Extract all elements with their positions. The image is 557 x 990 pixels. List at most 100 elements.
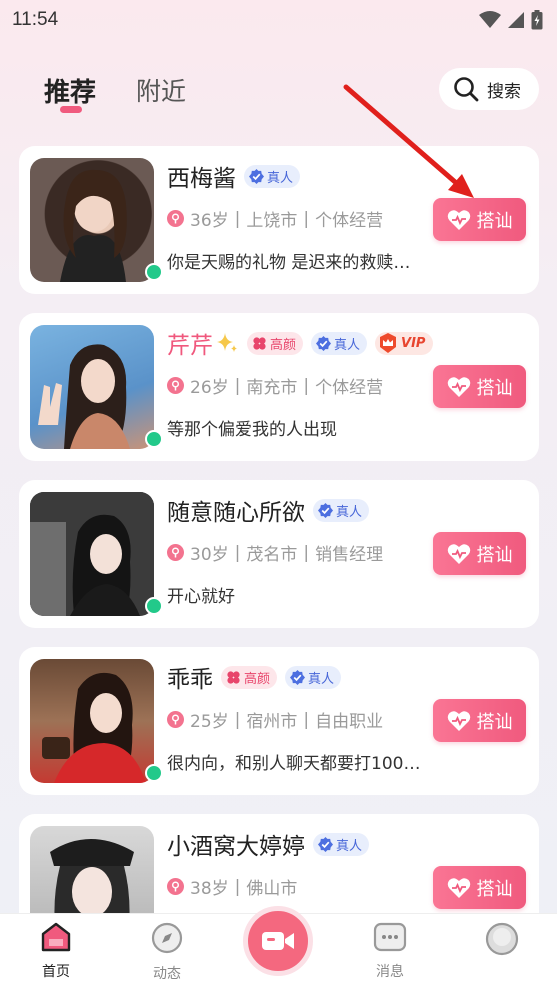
badge-label: VIP [401, 335, 426, 351]
user-job: 销售经理 [315, 545, 384, 565]
nav-messages[interactable]: 消息 [360, 922, 420, 981]
wifi-icon [479, 11, 501, 28]
battery-icon [531, 10, 543, 30]
avatar[interactable] [30, 659, 154, 783]
female-icon [167, 544, 184, 561]
online-indicator [145, 263, 163, 281]
user-card[interactable]: 芹芹 高颜 真人 VIP 26岁 | 南充市 | 个体经营 等那个偏爱我的人出现 搭… [19, 313, 539, 461]
name-row: 乖乖 高颜 真人 [167, 661, 342, 693]
user-bio: 你是天赐的礼物 是迟来的救赎… [167, 253, 411, 273]
real-person-badge: 真人 [244, 164, 301, 188]
user-job: 个体经营 [315, 378, 384, 398]
user-name: 乖乖 [167, 667, 213, 693]
user-age: 30岁 [190, 545, 229, 565]
beauty-badge: 高颜 [247, 331, 304, 355]
female-icon [167, 878, 184, 895]
nav-moments-label: 动态 [153, 966, 181, 982]
verified-icon [249, 168, 264, 184]
online-indicator [145, 597, 163, 615]
video-camera-icon [262, 932, 294, 950]
user-age: 38岁 [190, 879, 229, 899]
verified-icon [318, 836, 333, 852]
vip-badge: VIP [375, 331, 434, 355]
female-icon [167, 210, 184, 227]
real-person-badge: 真人 [313, 498, 370, 522]
tab-active-indicator [60, 106, 82, 113]
heart-pulse-icon [447, 209, 470, 230]
user-bio: 等那个偏爱我的人出现 [167, 420, 337, 440]
badge-label: 真人 [336, 838, 363, 854]
greet-button[interactable]: 搭讪 [433, 365, 526, 408]
nav-home-label: 首页 [42, 964, 70, 980]
user-job: 个体经营 [315, 211, 384, 231]
nav-messages-label: 消息 [376, 964, 404, 980]
nav-profile[interactable] [472, 922, 532, 965]
search-label: 搜索 [487, 81, 521, 102]
avatar[interactable] [30, 492, 154, 616]
verified-icon [316, 335, 332, 351]
badge-label: 真人 [336, 504, 363, 520]
profile-icon [485, 922, 519, 956]
info-row: 38岁 | 佛山市 [167, 874, 297, 899]
verified-icon [290, 669, 306, 685]
user-city: 上饶市 [246, 211, 298, 231]
user-bio: 开心就好 [167, 587, 235, 607]
user-city: 茂名市 [246, 545, 298, 565]
user-job: 自由职业 [315, 712, 384, 732]
greet-button[interactable]: 搭讪 [433, 699, 526, 742]
user-city: 宿州市 [246, 712, 298, 732]
video-call-button[interactable] [243, 906, 313, 976]
bottom-nav: 首页 动态 消息 [0, 906, 557, 990]
heart-pulse-icon [447, 877, 470, 898]
badge-label: 真人 [267, 170, 294, 186]
nav-home[interactable]: 首页 [26, 922, 86, 981]
user-name: 随意随心所欲 [167, 500, 305, 526]
user-card[interactable]: 乖乖 高颜 真人 25岁 | 宿州市 | 自由职业 很内向，和别人聊天都要打100…… [19, 647, 539, 795]
avatar[interactable] [30, 158, 154, 282]
user-city: 南充市 [246, 378, 298, 398]
user-city: 佛山市 [246, 879, 298, 899]
flower-icon [253, 336, 266, 350]
name-row: 芹芹 高颜 真人 VIP [167, 327, 434, 359]
info-row: 25岁 | 宿州市 | 自由职业 [167, 707, 383, 732]
search-icon [454, 77, 479, 102]
online-indicator [145, 764, 163, 782]
badge-label: 高颜 [270, 337, 297, 353]
female-icon [167, 711, 184, 728]
greet-label: 搭讪 [476, 377, 513, 399]
online-indicator [145, 430, 163, 448]
badge-label: 真人 [308, 671, 335, 687]
cellular-signal-icon [508, 12, 524, 28]
info-row: 26岁 | 南充市 | 个体经营 [167, 373, 383, 398]
user-name: 西梅酱 [167, 166, 236, 192]
nav-moments[interactable]: 动态 [137, 922, 197, 983]
heart-pulse-icon [447, 710, 470, 731]
status-icons [479, 10, 543, 30]
user-age: 25岁 [190, 712, 229, 732]
compass-icon [151, 922, 183, 954]
heart-pulse-icon [447, 376, 470, 397]
home-icon [41, 922, 71, 952]
sparkle-icon [217, 333, 237, 352]
user-name: 小酒窝大婷婷 [167, 834, 305, 860]
info-row: 30岁 | 茂名市 | 销售经理 [167, 540, 383, 565]
greet-button[interactable]: 搭讪 [433, 532, 526, 575]
user-card[interactable]: 西梅酱 真人 36岁 | 上饶市 | 个体经营 你是天赐的礼物 是迟来的救赎… 搭讪 [19, 146, 539, 294]
real-person-badge: 真人 [285, 665, 342, 689]
search-button[interactable]: 搜索 [439, 68, 539, 110]
greet-button[interactable]: 搭讪 [433, 198, 526, 241]
greet-label: 搭讪 [476, 711, 513, 733]
top-nav: 推荐 附近 搜索 [0, 62, 557, 118]
user-name: 芹芹 [167, 333, 213, 359]
avatar[interactable] [30, 325, 154, 449]
tab-recommend[interactable]: 推荐 [44, 72, 96, 109]
status-bar: 11:54 [0, 0, 557, 40]
verified-icon [318, 502, 333, 518]
greet-label: 搭讪 [476, 210, 513, 232]
badge-label: 高颜 [244, 671, 271, 687]
name-row: 小酒窝大婷婷 真人 [167, 828, 370, 860]
user-age: 36岁 [190, 211, 229, 231]
greet-button[interactable]: 搭讪 [433, 866, 526, 909]
tab-nearby[interactable]: 附近 [136, 72, 186, 108]
user-card[interactable]: 随意随心所欲 真人 30岁 | 茂名市 | 销售经理 开心就好 搭讪 [19, 480, 539, 628]
